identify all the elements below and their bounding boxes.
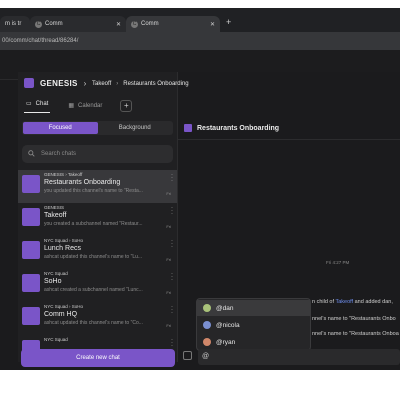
list-item[interactable]: NYC Squad › SoHo Lunch Recs ashcat updat… [18,236,177,269]
chat-time: Fri [166,257,171,262]
workspace-logo [24,78,34,88]
more-vertical-icon[interactable]: · · · [171,205,173,217]
chat-name: Restaurants Onboarding [44,179,121,186]
message-input[interactable]: @ [198,349,400,365]
system-message: n child of Takeoff and added dan, [312,299,393,305]
chat-filter-toggle: Focused Background [22,121,173,135]
tab-calendar[interactable]: ▦ Calendar [66,100,104,111]
segment-background[interactable]: Background [98,122,173,134]
chat-preview: ashcat created a subchannel named "Lunc.… [44,287,143,293]
chat-path: NYC Squad [44,337,68,342]
close-icon[interactable]: ✕ [210,21,215,28]
favicon-icon: C [35,20,42,28]
mention-option[interactable]: @nicola [197,317,310,333]
more-vertical-icon[interactable]: · · · [171,304,173,316]
workspace-name: GENESIS [40,78,78,88]
divider [177,139,400,140]
chat-name: Lunch Recs [44,245,81,252]
segment-focused[interactable]: Focused [23,122,98,134]
more-vertical-icon[interactable]: · · · [171,238,173,250]
more-vertical-icon[interactable]: · · · [171,172,173,184]
tab-label: Comm [141,21,159,27]
chevron-right-icon: › [83,78,87,88]
breadcrumb: Takeoff › Restaurants Onboarding [92,81,189,87]
system-message: nnel's name to "Restaurants Onbo [312,316,396,322]
add-tab-button[interactable]: + [120,99,133,112]
system-message: nnel's name to "Restaurants Onboa [312,331,399,337]
mention-label: @ryan [216,338,236,346]
chat-name: Takeoff [44,212,67,219]
avatar [22,175,40,193]
chat-name: Comm HQ [44,311,78,318]
channel-header: Restaurants Onboarding [184,124,279,132]
browser-tabbar: m is tr C Comm ✕ C Comm ✕ + [0,8,400,32]
avatar [22,208,40,226]
message-text: and added dan, [353,299,393,305]
nav-tabs: ▭ Chat ▦ Calendar + [24,98,133,113]
channel-title: Restaurants Onboarding [197,124,280,132]
calendar-icon: ▦ [68,103,75,109]
browser-tab-active[interactable]: C Comm ✕ [126,16,220,32]
avatar [22,274,40,292]
search-icon [28,149,35,159]
tab-label: m is tr [5,21,22,27]
avatar [22,307,40,325]
list-item[interactable]: GENESIS › Takeoff Restaurants Onboarding… [18,170,177,203]
browser-tab[interactable]: m is tr [0,16,30,32]
mention-option[interactable]: @dan [197,300,310,316]
address-bar[interactable]: 00/comm/chat/thread/86284/ [0,32,400,50]
breadcrumb-item[interactable]: Restaurants Onboarding [123,81,188,87]
new-tab-icon[interactable]: + [226,17,231,27]
chat-preview: you updated this channel's name to "Rest… [44,188,143,194]
mention-label: @nicola [216,321,240,329]
more-vertical-icon[interactable]: · · · [171,271,173,283]
chat-preview: ashcat updated this channel's name to "C… [44,320,143,326]
tab-chat[interactable]: ▭ Chat [24,98,51,113]
chat-bubble-icon: ▭ [26,101,32,107]
tab-calendar-label: Calendar [78,102,103,109]
avatar [203,321,211,329]
chat-time: Fri [166,290,171,295]
chevron-right-icon: › [116,81,119,87]
search-input[interactable]: Search chats [22,145,173,163]
list-item[interactable]: GENESIS Takeoff you created a subchannel… [18,203,177,236]
tab-label: Comm [45,21,63,27]
favicon-icon: C [131,20,138,28]
browser-tab[interactable]: C Comm ✕ [30,16,126,32]
create-new-chat-button[interactable]: Create new chat [21,349,175,367]
chat-time: Fri [166,224,171,229]
mention-suggestions: @dan @nicola @ryan [196,298,311,351]
message-date: Fri 4:27 PM [326,260,350,265]
chat-preview: you created a subchannel named "Restaur.… [44,221,143,227]
chat-list: GENESIS › Takeoff Restaurants Onboarding… [18,170,177,368]
mention-label: @dan [216,304,234,312]
channel-link[interactable]: Takeoff [335,299,353,305]
list-item[interactable]: NYC Squad › SoHo Comm HQ ashcat updated … [18,302,177,335]
tab-chat-label: Chat [35,100,49,107]
breadcrumb-item[interactable]: Takeoff [92,81,111,87]
chat-preview: ashcat updated this channel's name to "L… [44,254,143,260]
message-text: n child of [312,299,336,305]
mention-option[interactable]: @ryan [197,334,310,350]
chat-name: SoHo [44,278,62,285]
search-placeholder: Search chats [41,151,77,157]
close-icon[interactable]: ✕ [116,21,121,28]
attachment-icon[interactable] [183,351,192,360]
avatar [203,338,211,346]
avatar [22,241,40,259]
list-item[interactable]: NYC Squad SoHo ashcat created a subchann… [18,269,177,302]
more-vertical-icon[interactable]: · · · [171,337,173,349]
chat-time: Fri [166,191,171,196]
chat-time: Fri [166,323,171,328]
avatar [203,304,211,312]
workspace-switcher[interactable]: GENESIS › [24,78,86,88]
channel-icon [184,124,192,132]
